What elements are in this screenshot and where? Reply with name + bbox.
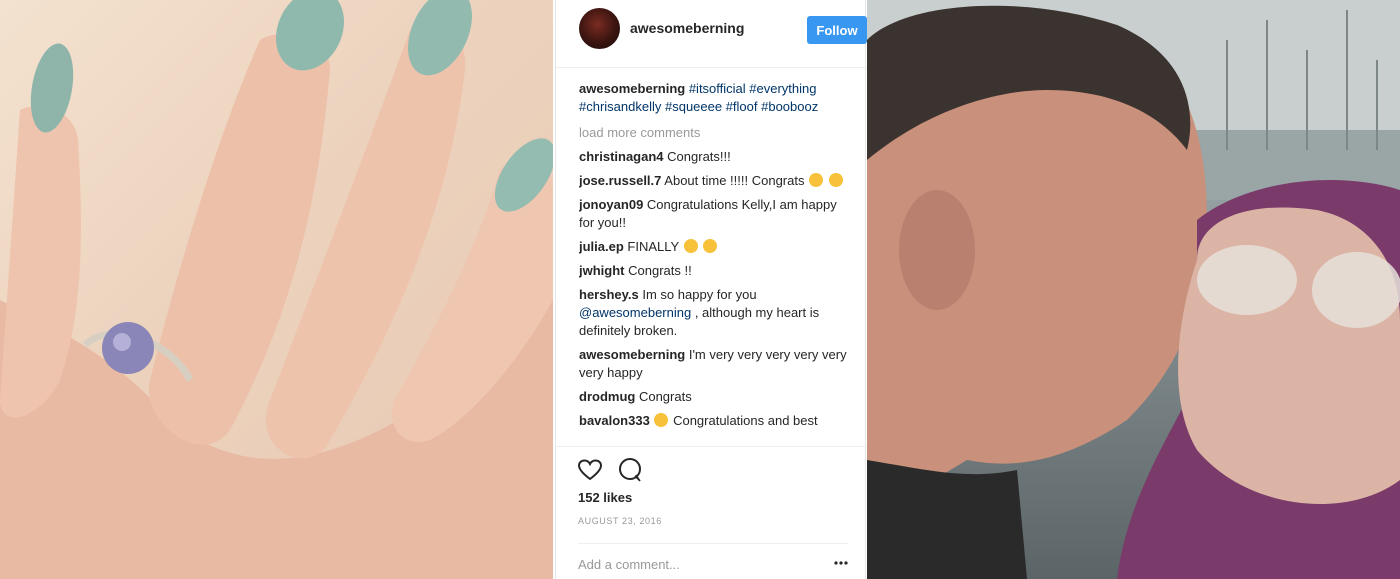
ring-hand-illustration (0, 0, 553, 579)
post-actions: 152 likes AUGUST 23, 2016 (556, 446, 867, 579)
comment-text: Congrats !! (628, 263, 692, 278)
comment-username[interactable]: jonoyan09 (579, 197, 643, 212)
kiss-face-emoji-icon (828, 173, 843, 187)
comment-username[interactable]: drodmug (579, 389, 635, 404)
comment-item: julia.ep FINALLY (579, 238, 849, 256)
post-panel: awesomeberning Follow awesomeberning #it… (555, 0, 867, 579)
couple-kiss-illustration (867, 0, 1400, 579)
comment-username[interactable]: julia.ep (579, 239, 624, 254)
comment-text: FINALLY (627, 239, 679, 254)
smile-emoji-icon (654, 413, 669, 427)
add-comment-row (578, 543, 848, 579)
comment-text: Congratulations and best (673, 413, 818, 428)
comment-item: drodmug Congrats (579, 388, 849, 406)
comment-item: bavalon333 Congratulations and best (579, 412, 849, 430)
comment-item: awesomeberning I'm very very very very v… (579, 346, 849, 382)
comment-item: christinagan4 Congrats!!! (579, 148, 849, 166)
comment-item: jwhight Congrats !! (579, 262, 849, 280)
post-caption: awesomeberning #itsofficial #everything … (579, 80, 849, 116)
comment-text: About time !!!!! Congrats (664, 173, 805, 188)
comment-item: jose.russell.7 About time !!!!! Congrats (579, 172, 849, 190)
kiss-face-emoji-icon (683, 239, 698, 253)
likes-count[interactable]: 152 likes (578, 490, 632, 505)
add-comment-input[interactable] (578, 554, 818, 574)
post-username[interactable]: awesomeberning (630, 20, 744, 36)
comment-text: Congrats!!! (667, 149, 731, 164)
load-more-comments-link[interactable]: load more comments (579, 124, 849, 142)
comment-username[interactable]: hershey.s (579, 287, 639, 302)
comment-text: Congrats (638, 389, 692, 404)
caption-username[interactable]: awesomeberning (579, 81, 685, 96)
tears-of-joy-emoji-icon (703, 239, 718, 253)
ellipsis-icon[interactable] (834, 556, 848, 570)
comment-item: jonoyan09 Congratulations Kelly,I am hap… (579, 196, 849, 232)
comment-username[interactable]: jose.russell.7 (579, 173, 661, 188)
ring-hand-photo (0, 0, 553, 579)
heart-icon[interactable] (577, 457, 603, 483)
avatar[interactable] (579, 8, 620, 49)
comment-item: hershey.s Im so happy for you @awesomebe… (579, 286, 849, 340)
thumbs-up-emoji-icon (809, 173, 824, 187)
couple-kiss-photo (867, 0, 1400, 579)
post-header: awesomeberning Follow (556, 0, 867, 68)
comment-mention-link[interactable]: @awesomeberning (579, 305, 691, 320)
comment-username[interactable]: bavalon333 (579, 413, 650, 428)
post-date: AUGUST 23, 2016 (578, 516, 662, 526)
speech-bubble-icon[interactable] (617, 457, 643, 483)
comment-username[interactable]: jwhight (579, 263, 625, 278)
follow-button[interactable]: Follow (807, 16, 867, 44)
comment-text: Im so happy for you (642, 287, 757, 302)
comments-list[interactable]: awesomeberning #itsofficial #everything … (579, 78, 849, 444)
comment-username[interactable]: awesomeberning (579, 347, 685, 362)
comment-username[interactable]: christinagan4 (579, 149, 664, 164)
